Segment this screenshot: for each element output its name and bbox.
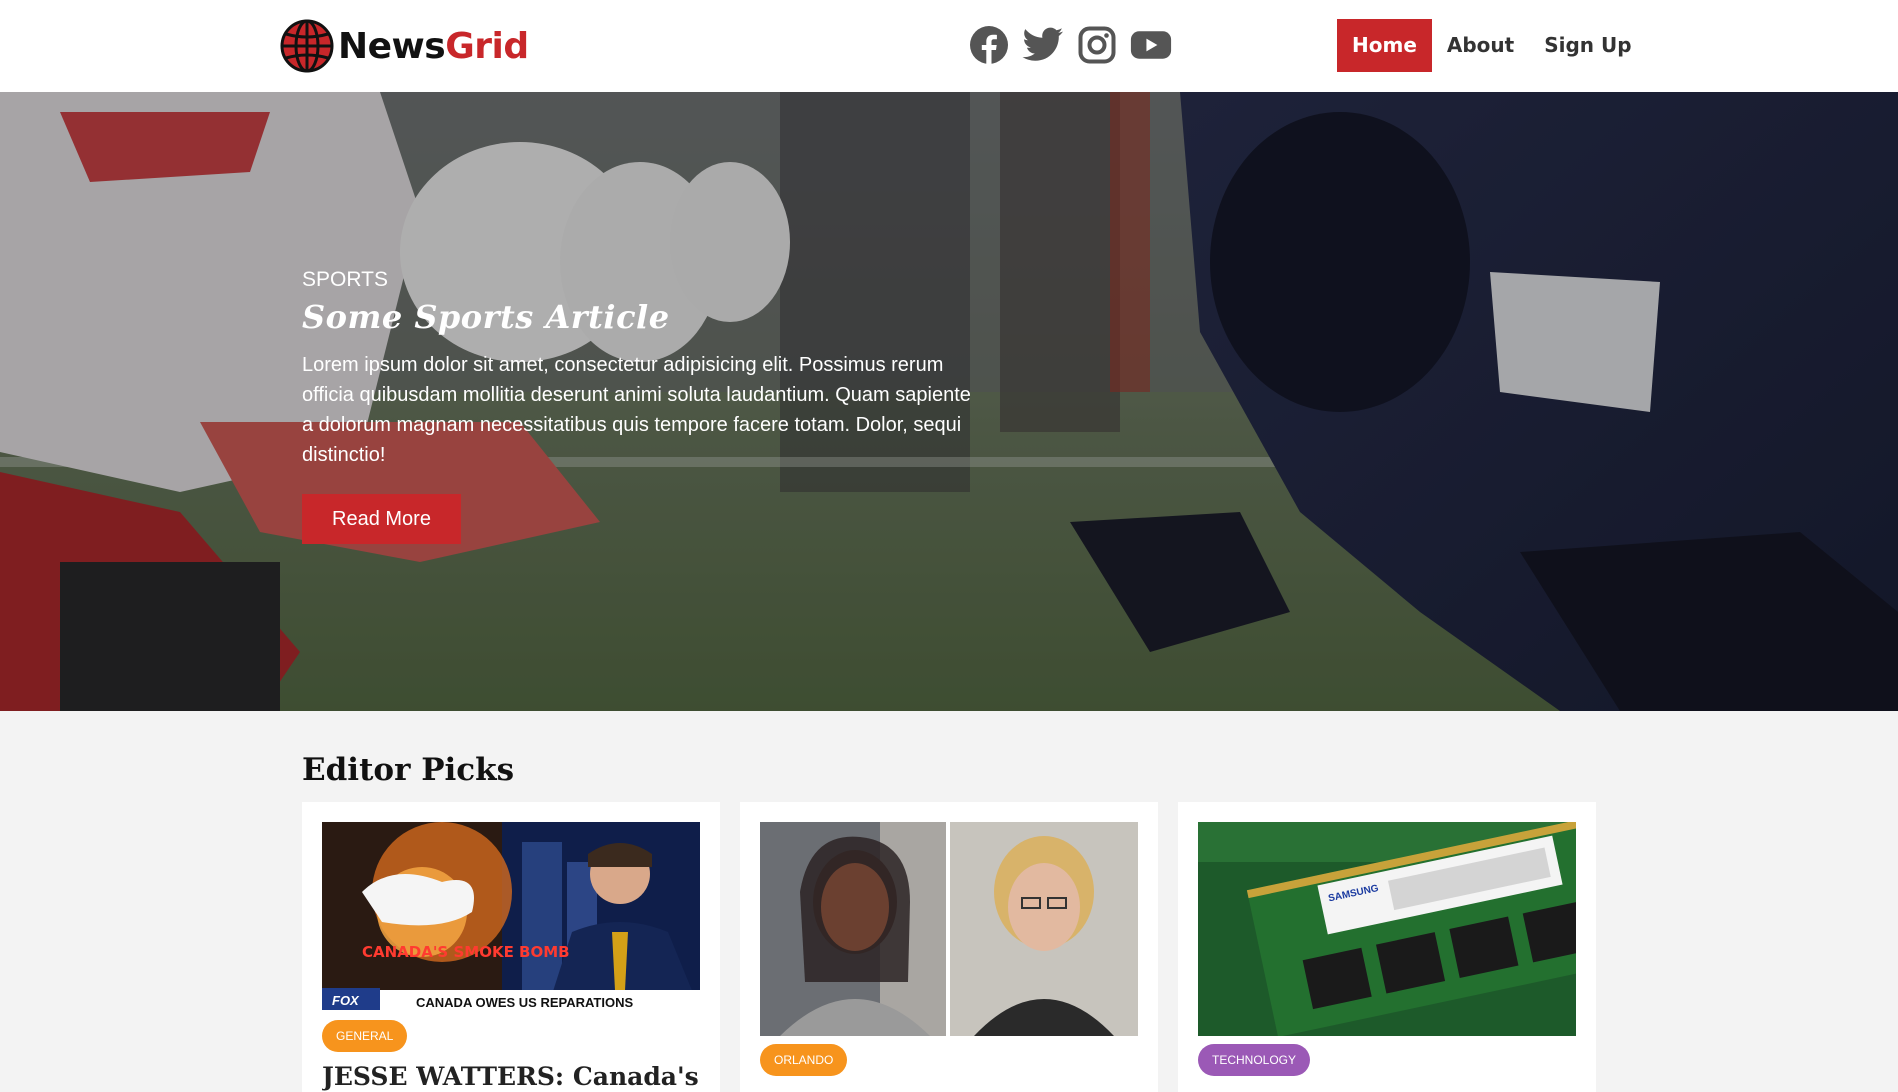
hero-banner: SPORTS Some Sports Article Lorem ipsum d… xyxy=(0,92,1898,711)
category-badge-general[interactable]: GENERAL xyxy=(322,1020,408,1052)
thumbnail-caption-text: CANADA OWES US REPARATIONS xyxy=(416,995,633,1010)
facebook-icon xyxy=(970,26,1008,64)
article-card-1[interactable]: FOX CANADA OWES US REPARATIONS CANADA'S … xyxy=(302,802,720,1092)
site-header: NewsGrid Home About Sign Up xyxy=(0,0,1898,92)
hero-title: Some Sports Article xyxy=(302,298,670,336)
hero-category: SPORTS xyxy=(302,268,388,291)
article-card-1-image[interactable]: FOX CANADA OWES US REPARATIONS CANADA'S … xyxy=(322,822,700,1010)
category-badge-orlando[interactable]: ORLANDO xyxy=(760,1044,848,1076)
news-thumbnail-image: FOX CANADA OWES US REPARATIONS CANADA'S … xyxy=(322,822,700,1010)
site-logo[interactable]: NewsGrid xyxy=(280,19,529,73)
article-card-2-image[interactable] xyxy=(760,822,1138,1036)
mugshot-photos-image xyxy=(760,822,1138,1036)
globe-icon xyxy=(280,19,334,73)
fox-logo-text: FOX xyxy=(332,993,360,1008)
instagram-icon xyxy=(1078,26,1116,64)
twitter-icon xyxy=(1022,27,1063,61)
facebook-link[interactable] xyxy=(968,24,1010,66)
article-card-2[interactable]: ORLANDO xyxy=(740,802,1158,1092)
hero-content: SPORTS Some Sports Article Lorem ipsum d… xyxy=(302,268,982,544)
logo-text-news: News xyxy=(338,25,446,67)
article-card-1-title[interactable]: JESSE WATTERS: Canada's xyxy=(322,1062,700,1091)
read-more-button[interactable]: Read More xyxy=(302,494,461,544)
social-links xyxy=(968,24,1172,66)
nav-home[interactable]: Home xyxy=(1337,19,1432,72)
youtube-icon xyxy=(1130,31,1172,59)
twitter-link[interactable] xyxy=(1022,24,1064,66)
nav-sign-up[interactable]: Sign Up xyxy=(1529,19,1646,72)
main-nav: Home About Sign Up xyxy=(1337,19,1647,72)
article-card-3-image[interactable]: SAMSUNG xyxy=(1198,822,1576,1036)
logo-text-grid: Grid xyxy=(445,25,529,67)
logo-text: NewsGrid xyxy=(338,26,529,67)
nav-about[interactable]: About xyxy=(1432,19,1529,72)
category-badge-technology[interactable]: TECHNOLOGY xyxy=(1198,1044,1311,1076)
instagram-link[interactable] xyxy=(1076,24,1118,66)
youtube-link[interactable] xyxy=(1130,24,1172,66)
ram-module-image: SAMSUNG xyxy=(1198,822,1576,1036)
thumbnail-headline-text: CANADA'S SMOKE BOMB xyxy=(362,943,570,961)
article-card-3[interactable]: SAMSUNG TECHNOLOGY xyxy=(1178,802,1596,1092)
editor-picks-title: Editor Picks xyxy=(302,752,515,788)
hero-text: Lorem ipsum dolor sit amet, consectetur … xyxy=(302,354,971,466)
